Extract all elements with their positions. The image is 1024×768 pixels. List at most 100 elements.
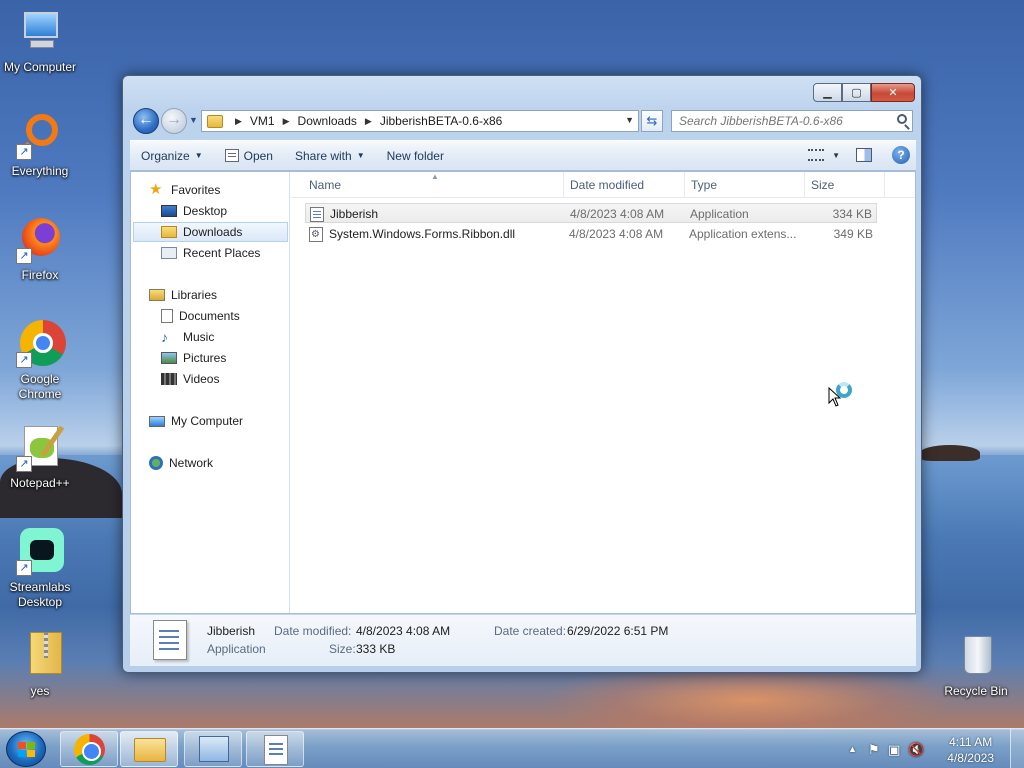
nav-downloads[interactable]: Downloads (133, 222, 288, 242)
details-size: 333 KB (356, 642, 396, 656)
breadcrumb-separator-icon[interactable]: ▶ (235, 116, 242, 127)
close-button[interactable]: ✕ (871, 83, 915, 102)
column-headers: Name ▲ Date modified Type Size (291, 172, 915, 198)
desktop-icon-label: Firefox (21, 268, 59, 282)
nav-videos[interactable]: Videos (161, 369, 219, 389)
file-row[interactable]: System.Windows.Forms.Ribbon.dll 4/8/2023… (305, 224, 877, 244)
documents-icon (161, 309, 173, 323)
search-box[interactable] (671, 110, 913, 132)
nav-music[interactable]: ♪ Music (161, 327, 214, 347)
file-type: Application (690, 207, 749, 221)
chevron-down-icon: ▼ (356, 151, 365, 160)
column-header-date-modified[interactable]: Date modified (564, 172, 685, 198)
help-icon[interactable]: ? (892, 146, 910, 164)
show-desktop-button[interactable] (1010, 729, 1024, 768)
nav-my-computer[interactable]: My Computer (149, 411, 243, 431)
taskbar-jibberish-button[interactable] (246, 731, 304, 767)
taskbar: ▲ ⚑ ▣ 🔇 4:11 AM 4/8/2023 (0, 728, 1024, 768)
clock[interactable]: 4:11 AM 4/8/2023 (947, 734, 994, 766)
maximize-button[interactable]: ▢ (842, 83, 871, 102)
taskbar-control-panel-button[interactable] (184, 731, 242, 767)
minimize-button[interactable]: ▁ (813, 83, 842, 102)
shortcut-arrow-icon: ↗ (16, 456, 32, 472)
address-bar[interactable]: ▶ VM1 ▶ Downloads ▶ JibberishBETA-0.6-x8… (201, 110, 639, 132)
folder-icon (207, 114, 223, 128)
show-hidden-icons-icon[interactable]: ▲ (848, 744, 857, 754)
nav-network[interactable]: Network (149, 453, 213, 473)
breadcrumb-downloads[interactable]: Downloads (296, 114, 359, 128)
search-icon[interactable] (897, 114, 907, 124)
nav-documents[interactable]: Documents (161, 306, 240, 326)
application-icon (153, 620, 187, 660)
open-button[interactable]: Open (214, 141, 284, 170)
view-options-chevron-down-icon[interactable]: ▼ (832, 151, 840, 160)
nav-videos-label: Videos (183, 372, 220, 386)
recent-pages-button[interactable]: ▼ (189, 115, 198, 125)
preview-pane-icon[interactable] (856, 148, 872, 162)
desktop-icon-label: Recycle Bin (944, 684, 1008, 698)
application-icon (264, 735, 288, 765)
shortcut-arrow-icon: ↗ (16, 248, 32, 264)
shortcut-arrow-icon: ↗ (16, 144, 32, 160)
chevron-down-icon: ▼ (194, 151, 203, 160)
desktop-icon-recycle-bin[interactable]: Recycle Bin (936, 632, 1016, 699)
computer-icon (16, 8, 64, 56)
file-row[interactable]: Jibberish 4/8/2023 4:08 AM Application 3… (305, 203, 877, 223)
forward-button[interactable]: → (161, 108, 187, 134)
application-icon (310, 207, 324, 222)
column-header-type[interactable]: Type (685, 172, 805, 198)
pictures-icon (161, 352, 177, 364)
breadcrumb-separator-icon[interactable]: ▶ (283, 116, 290, 127)
new-folder-button[interactable]: New folder (376, 141, 455, 170)
firefox-icon: ↗ (16, 216, 64, 264)
column-header-size[interactable]: Size (805, 172, 885, 198)
details-file-name: Jibberish (207, 624, 256, 638)
desktop-icon-label: Everything (11, 164, 69, 178)
organize-button[interactable]: Organize ▼ (130, 141, 214, 170)
music-icon: ♪ (161, 329, 168, 345)
desktop-icon-my-computer[interactable]: My Computer (0, 8, 80, 75)
back-button[interactable]: ← (133, 108, 159, 134)
downloads-folder-icon (161, 226, 177, 238)
folder-icon (134, 738, 166, 762)
share-with-label: Share with (294, 148, 352, 163)
desktop-icon-notepadpp[interactable]: ↗ Notepad++ (0, 424, 80, 491)
nav-favorites[interactable]: ★ Favorites (149, 180, 220, 200)
nav-recent-places[interactable]: Recent Places (161, 243, 260, 263)
nav-libraries[interactable]: Libraries (149, 285, 217, 305)
recent-places-icon (161, 247, 177, 259)
notepadpp-icon: ↗ (16, 424, 65, 472)
nav-desktop[interactable]: Desktop (161, 201, 227, 221)
desktop-icon-streamlabs[interactable]: ↗ Streamlabs Desktop (0, 528, 80, 610)
breadcrumb-vm1[interactable]: VM1 (248, 114, 277, 128)
desktop-icon-everything[interactable]: ↗ Everything (0, 112, 80, 179)
desktop-icon-firefox[interactable]: ↗ Firefox (0, 216, 80, 283)
breadcrumb-separator-icon[interactable]: ▶ (365, 116, 372, 127)
nav-pictures[interactable]: Pictures (161, 348, 226, 368)
desktop-icon-yes[interactable]: yes (0, 632, 80, 699)
refresh-button[interactable]: ⇆ (641, 110, 663, 132)
busy-spinner-icon (836, 382, 852, 398)
column-header-name[interactable]: Name ▲ (291, 172, 564, 198)
change-view-icon[interactable] (808, 149, 825, 161)
taskbar-explorer-button[interactable] (120, 731, 178, 767)
file-name: System.Windows.Forms.Ribbon.dll (329, 227, 516, 241)
action-center-flag-icon[interactable]: ⚑ (868, 742, 880, 758)
search-input[interactable] (672, 111, 882, 131)
desktop-icon-google-chrome[interactable]: ↗ Google Chrome (0, 320, 80, 402)
zip-folder-icon (16, 632, 64, 680)
share-with-button[interactable]: Share with ▼ (284, 141, 376, 170)
column-header-size-label: Size (811, 178, 835, 192)
start-button[interactable] (6, 731, 46, 767)
file-date-modified: 4/8/2023 4:08 AM (570, 207, 665, 221)
navigation-pane: ★ Favorites Desktop Downloads Recent Pla… (131, 172, 290, 613)
application-icon (224, 149, 239, 162)
desktop-icon-label: Streamlabs Desktop (9, 580, 71, 609)
breadcrumb-current-folder[interactable]: JibberishBETA-0.6-x86 (378, 114, 505, 128)
nav-favorites-label: Favorites (171, 183, 221, 197)
nav-downloads-label: Downloads (183, 225, 243, 239)
volume-muted-icon[interactable]: 🔇 (908, 742, 924, 758)
network-icon[interactable]: ▣ (888, 742, 900, 758)
taskbar-chrome-button[interactable] (60, 731, 118, 767)
address-dropdown-icon[interactable]: ▼ (625, 115, 634, 125)
